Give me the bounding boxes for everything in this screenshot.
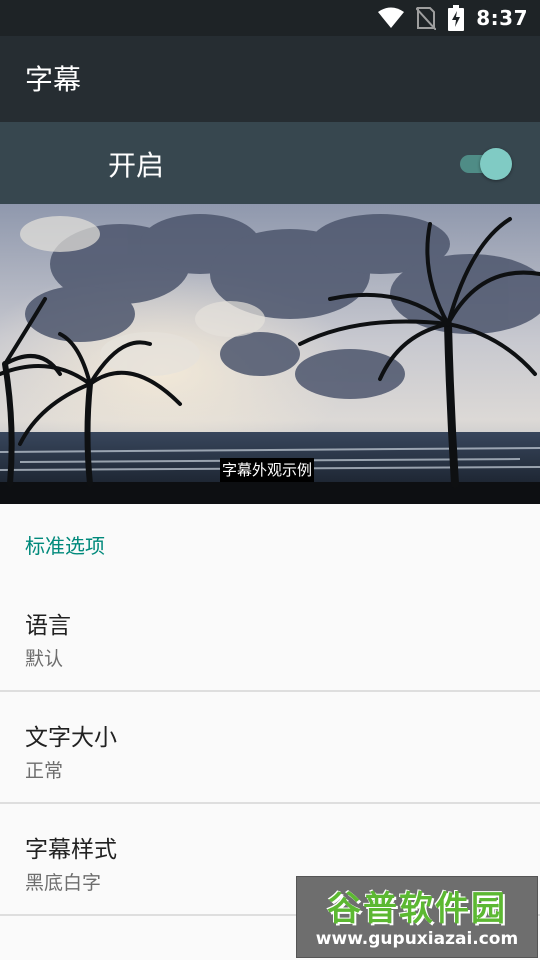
status-time: 8:37 bbox=[476, 6, 528, 30]
page-title: 字幕 bbox=[25, 63, 82, 96]
battery-charging-icon bbox=[448, 5, 465, 31]
pref-summary: 黑底白字 bbox=[25, 872, 102, 894]
pref-title: 语言 bbox=[25, 613, 71, 639]
pref-item-text-size[interactable]: 文字大小 正常 bbox=[0, 692, 540, 804]
pref-item-language[interactable]: 语言 默认 bbox=[0, 580, 540, 692]
app-bar: 字幕 bbox=[0, 36, 540, 122]
pref-title: 字幕样式 bbox=[25, 837, 117, 863]
section-header-standard: 标准选项 bbox=[25, 534, 105, 558]
pref-title: 文字大小 bbox=[25, 725, 117, 751]
status-icons: 8:37 bbox=[378, 0, 528, 36]
watermark-url: www.gupuxiazai.com bbox=[315, 929, 519, 949]
master-switch-label: 开启 bbox=[108, 149, 165, 182]
watermark-title: 谷普软件园 bbox=[327, 889, 507, 929]
status-bar: 8:37 bbox=[0, 0, 540, 36]
toggle-thumb bbox=[480, 148, 512, 180]
master-switch-bar[interactable]: 开启 bbox=[0, 122, 540, 204]
pref-summary: 正常 bbox=[25, 760, 64, 782]
watermark-logo: 谷普软件园 www.gupuxiazai.com bbox=[296, 876, 538, 958]
no-sim-icon bbox=[416, 7, 437, 30]
master-switch-toggle[interactable] bbox=[460, 148, 512, 180]
pref-summary: 默认 bbox=[25, 648, 64, 670]
wifi-icon bbox=[378, 7, 405, 28]
caption-sample: 字幕外观示例 bbox=[220, 458, 315, 482]
caption-preview: 字幕外观示例 bbox=[0, 204, 540, 504]
